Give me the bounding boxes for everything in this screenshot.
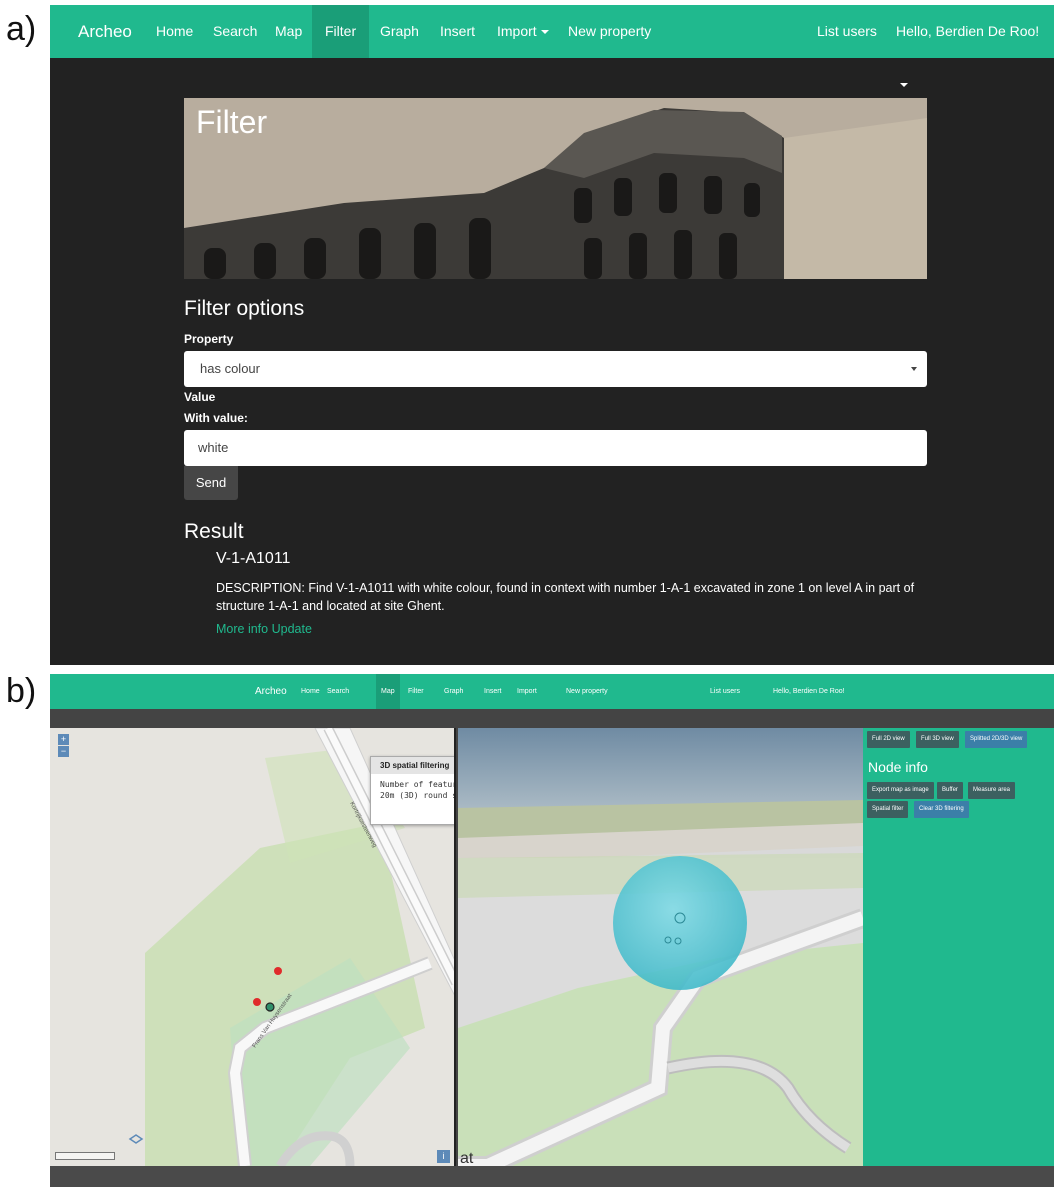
value-input[interactable]: white: [184, 430, 927, 466]
zoom-in-button[interactable]: +: [58, 734, 69, 745]
with-value-label: With value:: [184, 411, 248, 425]
map-scale-bar: [55, 1152, 115, 1160]
measure-area-button[interactable]: Measure area: [968, 782, 1016, 799]
node-info-title: Node info: [868, 759, 928, 775]
nav-filter[interactable]: Filter: [312, 5, 370, 58]
hero-banner: Filter: [184, 98, 927, 279]
porta-nigra-image: [184, 98, 927, 279]
user-menu-dropdown[interactable]: Hello, Berdien De Roo!: [883, 5, 1054, 88]
panel-label-b: b): [6, 672, 37, 710]
page-title: Filter: [196, 104, 268, 140]
nav-list-users[interactable]: List users: [804, 5, 890, 58]
nav-insert[interactable]: Insert: [427, 5, 488, 58]
nav-home-small[interactable]: Home: [296, 674, 325, 709]
map-viewport: Frans Van Huysenstraat Kortrijksesteenwe…: [50, 728, 863, 1166]
popup-text-line2: 20m (3D) round selected: 3: [380, 791, 454, 800]
map-3d-view[interactable]: at: [458, 728, 863, 1166]
nav-map-small[interactable]: Map: [376, 674, 400, 709]
nav-graph[interactable]: Graph: [367, 5, 432, 58]
clear-3d-filtering-button[interactable]: Clear 3D filtering: [914, 801, 969, 818]
top-navbar-small: Archeo Home Search Map Filter Graph Inse…: [50, 674, 1054, 709]
full-2d-view-button[interactable]: Full 2D view: [867, 731, 910, 748]
filter-options-heading: Filter options: [184, 297, 305, 320]
send-button[interactable]: Send: [184, 466, 238, 500]
user-menu-small[interactable]: Hello, Berdien De Roo!: [768, 674, 850, 709]
nav-import-small[interactable]: Import: [512, 674, 542, 709]
top-navbar: Archeo Home Search Map Filter Graph Inse…: [50, 5, 1054, 88]
property-select-value: has colour: [200, 361, 260, 376]
result-links: More info Update: [216, 622, 312, 636]
nav-new-property[interactable]: New property: [555, 5, 664, 58]
panel-label-a: a): [6, 10, 37, 48]
nav-search[interactable]: Search: [200, 5, 270, 58]
caret-down-icon: [540, 30, 549, 35]
spatial-filter-popup: 3D spatial filtering × Number of feature…: [370, 756, 454, 825]
property-label: Property: [184, 332, 234, 346]
nav-map[interactable]: Map: [262, 5, 315, 58]
nav-import-dropdown[interactable]: Import: [484, 5, 562, 58]
property-select[interactable]: has colour: [184, 351, 927, 387]
brand-logo-small[interactable]: Archeo: [250, 674, 292, 709]
nav-import-label: Import: [497, 23, 537, 39]
nav-graph-small[interactable]: Graph: [439, 674, 468, 709]
popup-body: Number of features within 20m (3D) round…: [371, 774, 454, 806]
user-greeting: Hello, Berdien De Roo!: [896, 23, 1040, 39]
full-3d-view-button[interactable]: Full 3D view: [916, 731, 959, 748]
info-icon[interactable]: i: [437, 1150, 450, 1163]
map-3d-canvas[interactable]: at: [458, 728, 863, 1166]
map-2d-view[interactable]: Frans Van Huysenstraat Kortrijksesteenwe…: [50, 728, 456, 1166]
nav-new-property-small[interactable]: New property: [561, 674, 613, 709]
update-link[interactable]: Update: [272, 622, 312, 636]
nav-search-small[interactable]: Search: [322, 674, 354, 709]
brand-logo[interactable]: Archeo: [78, 22, 132, 42]
value-label: Value: [184, 390, 216, 404]
nav-list-users-small[interactable]: List users: [705, 674, 745, 709]
spatial-filter-button[interactable]: Spatial filter: [867, 801, 909, 818]
nav-home[interactable]: Home: [143, 5, 206, 58]
popup-text-line1: Number of features within: [380, 780, 454, 789]
result-heading: Result: [184, 520, 244, 543]
result-description: DESCRIPTION: Find V-1-A1011 with white c…: [216, 581, 915, 613]
zoom-out-button[interactable]: −: [58, 746, 69, 757]
more-info-link[interactable]: More info: [216, 622, 268, 636]
split-view-button[interactable]: Splitted 2D/3D view: [965, 731, 1028, 748]
map-label-fragment: at: [460, 1150, 474, 1166]
select-arrow-icon: [911, 367, 917, 371]
filter-page-screenshot: Archeo Home Search Map Filter Graph Inse…: [50, 5, 1054, 665]
nav-filter-small[interactable]: Filter: [403, 674, 429, 709]
buffer-button[interactable]: Buffer: [937, 782, 963, 799]
node-info-panel: Full 2D view Full 3D view Splitted 2D/3D…: [863, 728, 1054, 1166]
map-page-screenshot: Archeo Home Search Map Filter Graph Inse…: [50, 674, 1054, 1187]
bottom-bar: [50, 1166, 1054, 1187]
caret-down-icon: [900, 83, 908, 88]
result-id: V-1-A1011: [216, 550, 291, 567]
export-map-image-button[interactable]: Export map as image: [867, 782, 934, 799]
popup-title: 3D spatial filtering: [371, 757, 454, 774]
nav-insert-small[interactable]: Insert: [479, 674, 507, 709]
